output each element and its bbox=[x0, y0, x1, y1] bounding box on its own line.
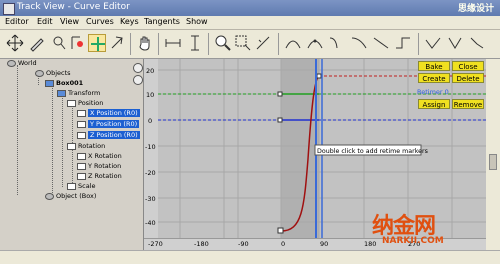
tooltip-text: Double click to add retime markers bbox=[317, 148, 428, 155]
menu-bar: Editor Edit View Curves Keys Tangents Sh… bbox=[0, 16, 500, 30]
tree-scroll-down-icon[interactable] bbox=[133, 75, 143, 85]
track-icon bbox=[77, 152, 86, 160]
fast-tangent-icon[interactable] bbox=[328, 34, 346, 52]
close-button[interactable]: Close bbox=[452, 61, 484, 71]
site-logo: 思缘设计 bbox=[457, 4, 494, 14]
menu-view[interactable]: View bbox=[60, 17, 79, 26]
tree-node-y-position[interactable]: Y Position (R0) bbox=[77, 120, 140, 129]
vertical-scrollbar[interactable] bbox=[486, 59, 500, 250]
watermark-url: NARKII.COM bbox=[382, 236, 444, 246]
window-title: Track View - Curve Editor bbox=[17, 2, 130, 12]
toolbar bbox=[0, 30, 500, 59]
x-tick: 90 bbox=[320, 240, 329, 248]
y-tick: -40 bbox=[145, 219, 156, 227]
filters-icon[interactable] bbox=[50, 34, 68, 52]
title-bar: Track View - Curve Editor 思缘设计 bbox=[0, 0, 500, 16]
y-tick: -30 bbox=[145, 195, 156, 203]
tree-node-rotation[interactable]: Rotation bbox=[67, 142, 105, 151]
y-tick: -20 bbox=[145, 169, 156, 177]
keyframe-start-x[interactable] bbox=[277, 227, 284, 234]
object-icon bbox=[45, 192, 54, 200]
keyframe-start-z[interactable] bbox=[277, 117, 283, 123]
assign-button[interactable]: Assign bbox=[418, 99, 450, 109]
tree-node-x-rotation[interactable]: X Rotation bbox=[77, 152, 122, 161]
tree-node-position[interactable]: Position bbox=[67, 99, 103, 108]
y-tick: 0 bbox=[148, 117, 152, 125]
tree-node-objects[interactable]: Objects bbox=[35, 69, 71, 78]
auto-tangent-icon[interactable] bbox=[424, 34, 442, 52]
world-icon bbox=[7, 59, 16, 67]
pan-icon[interactable] bbox=[136, 34, 154, 52]
keyframe-start-y[interactable] bbox=[277, 91, 283, 97]
delete-button[interactable]: Delete bbox=[452, 73, 484, 83]
track-icon bbox=[77, 162, 86, 170]
tree-node-z-rotation[interactable]: Z Rotation bbox=[77, 172, 122, 181]
app-icon bbox=[3, 3, 15, 15]
track-icon bbox=[77, 120, 86, 128]
move-keys-icon[interactable] bbox=[6, 34, 24, 52]
remove-button[interactable]: Remove bbox=[452, 99, 484, 109]
tree-node-scale[interactable]: Scale bbox=[67, 182, 96, 191]
keyframe-end-x[interactable] bbox=[316, 73, 322, 79]
menu-show[interactable]: Show bbox=[186, 17, 208, 26]
tree-scroll-up-icon[interactable] bbox=[133, 63, 143, 73]
retimer-label: Retimer 0 bbox=[417, 88, 449, 96]
menu-keys[interactable]: Keys bbox=[120, 17, 139, 26]
active-range bbox=[281, 59, 319, 238]
menu-editor[interactable]: Editor bbox=[5, 17, 29, 26]
lock-tangents-icon[interactable] bbox=[446, 34, 464, 52]
objects-icon bbox=[35, 69, 44, 77]
tree-line bbox=[62, 95, 63, 187]
isolate-curve-icon[interactable] bbox=[254, 34, 272, 52]
position-icon bbox=[67, 99, 76, 107]
slow-tangent-icon[interactable] bbox=[350, 34, 368, 52]
linear-tangent-icon[interactable] bbox=[372, 34, 390, 52]
menu-edit[interactable]: Edit bbox=[37, 17, 53, 26]
zoom-value-icon[interactable] bbox=[186, 34, 204, 52]
tree-node-z-position[interactable]: Z Position (R0) bbox=[77, 131, 140, 140]
box-icon bbox=[45, 79, 54, 87]
tree-node-x-position[interactable]: X Position (R0) bbox=[77, 109, 140, 118]
x-tick: -270 bbox=[148, 240, 163, 248]
transform-icon bbox=[57, 89, 66, 97]
x-tick: 0 bbox=[281, 240, 286, 248]
status-bar bbox=[0, 250, 500, 264]
snap-frames-icon[interactable] bbox=[68, 34, 86, 52]
tree-node-object-box[interactable]: Object (Box) bbox=[45, 192, 96, 201]
y-tick: 10 bbox=[146, 91, 154, 99]
tree-node-box001[interactable]: Box001 bbox=[45, 79, 83, 88]
menu-curves[interactable]: Curves bbox=[86, 17, 114, 26]
tree-node-transform[interactable]: Transform bbox=[57, 89, 100, 98]
draw-curves-icon[interactable] bbox=[28, 34, 46, 52]
y-tick: -10 bbox=[145, 143, 156, 151]
x-tick: -90 bbox=[238, 240, 249, 248]
x-tick: 180 bbox=[364, 240, 377, 248]
track-icon bbox=[77, 172, 86, 180]
tree-line bbox=[17, 65, 18, 195]
tree-node-y-rotation[interactable]: Y Rotation bbox=[77, 162, 121, 171]
x-tick: -180 bbox=[194, 240, 209, 248]
bake-button[interactable]: Bake bbox=[418, 61, 450, 71]
zoom-region-icon[interactable] bbox=[234, 34, 252, 52]
menu-tangents[interactable]: Tangents bbox=[144, 17, 180, 26]
scale-icon bbox=[67, 182, 76, 190]
zoom-horizontal-icon[interactable] bbox=[164, 34, 182, 52]
custom-tangent-icon[interactable] bbox=[284, 34, 302, 52]
y-tick: 20 bbox=[146, 67, 154, 75]
track-icon bbox=[77, 109, 86, 117]
tree-line bbox=[52, 85, 53, 195]
show-keyable-icon[interactable] bbox=[88, 34, 106, 52]
rotation-icon bbox=[67, 142, 76, 150]
show-tangents-icon[interactable] bbox=[108, 34, 126, 52]
break-tangents-icon[interactable] bbox=[468, 34, 486, 52]
smooth-tangent-icon[interactable] bbox=[306, 34, 324, 52]
controller-tree: World Objects Box001 Transform Position … bbox=[0, 59, 144, 250]
zoom-icon[interactable] bbox=[214, 34, 232, 52]
create-button[interactable]: Create bbox=[418, 73, 450, 83]
scroll-thumb[interactable] bbox=[489, 154, 497, 170]
step-tangent-icon[interactable] bbox=[394, 34, 412, 52]
track-icon bbox=[77, 131, 86, 139]
tree-node-world[interactable]: World bbox=[7, 59, 37, 68]
